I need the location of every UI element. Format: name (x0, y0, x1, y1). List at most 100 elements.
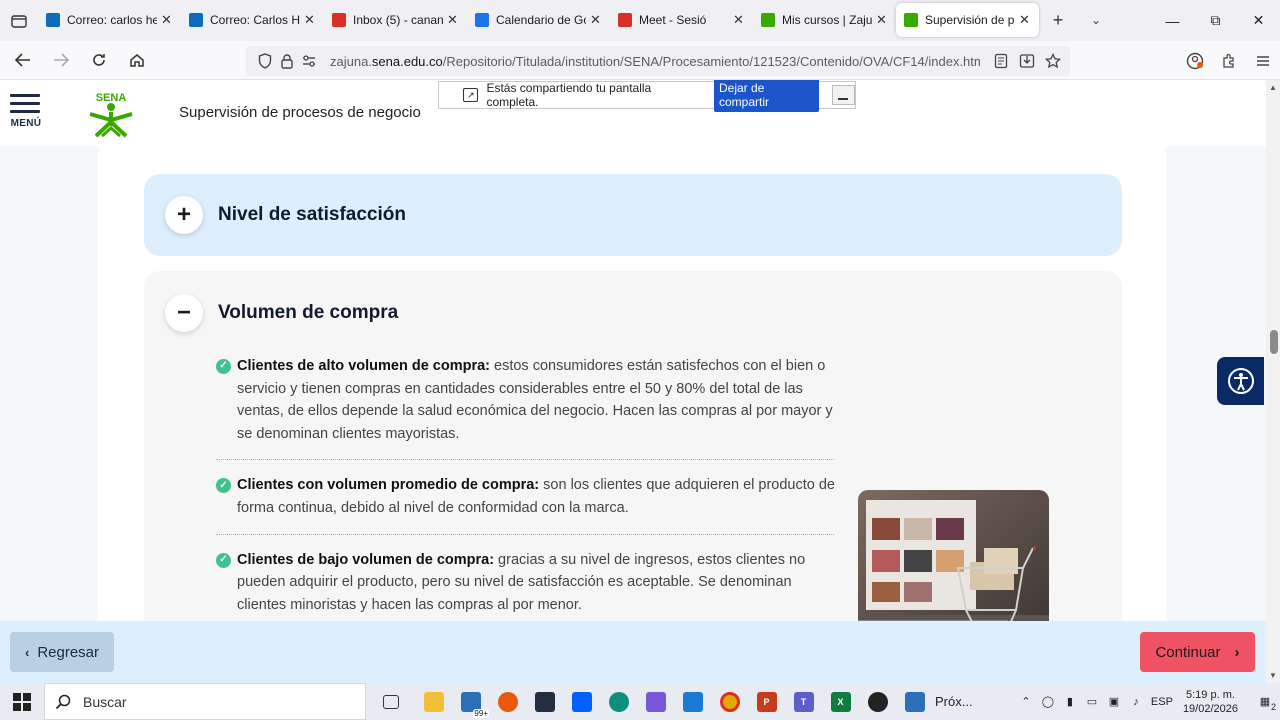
scroll-down-icon[interactable]: ▼ (1269, 671, 1277, 680)
edge-icon[interactable] (600, 683, 637, 720)
back-button[interactable]: ‹ Regresar (10, 632, 114, 672)
clock-date: 19/02/2026 (1182, 702, 1238, 715)
zajuna-icon (761, 13, 775, 27)
accessibility-button[interactable] (1217, 357, 1264, 405)
powerpoint-icon[interactable]: P (748, 683, 785, 720)
network-icon[interactable]: ▣ (1103, 695, 1125, 708)
permissions-icon[interactable] (298, 50, 320, 72)
file-explorer-icon[interactable] (415, 683, 452, 720)
save-to-pocket-icon[interactable] (1016, 50, 1038, 72)
screen-share-message: Estás compartiendo tu pantalla completa. (486, 81, 652, 109)
search-icon (55, 694, 71, 709)
mail-icon[interactable]: 99+ (452, 683, 489, 720)
tab-title: Correo: Carlos He (210, 13, 300, 27)
close-tab-icon[interactable]: ✕ (447, 12, 459, 28)
scroll-up-icon[interactable]: ▲ (1269, 83, 1277, 92)
search-placeholder: Buscar (83, 693, 127, 710)
task-view-icon[interactable] (372, 683, 409, 720)
browser-navbar: zajuna.sena.edu.co/Repositorio/Titulada/… (0, 41, 1280, 80)
windows-start-icon[interactable] (0, 683, 44, 720)
lock-icon[interactable] (276, 50, 298, 72)
notifications-icon[interactable]: ▦ 2 (1250, 695, 1280, 712)
check-circle-icon: ✓ (216, 552, 231, 568)
close-tab-icon[interactable]: ✕ (733, 12, 745, 28)
meet-icon (618, 13, 632, 27)
browser-tab[interactable]: Inbox (5) - canand ✕ (324, 3, 467, 37)
course-header: MENÚ SENA Supervisión de procesos de neg… (0, 80, 1266, 146)
system-tray: ⌃ ◯ ▮ ▭ ▣ ♪ ESP 5:19 p. m. 19/02/2026 ▦ 2 (1015, 683, 1280, 720)
dropbox-icon[interactable] (563, 683, 600, 720)
browser-tab[interactable]: Mis cursos | Zajun ✕ (753, 3, 896, 37)
page-scrollbar[interactable]: ▲ ▼ (1266, 80, 1280, 683)
taskbar-clock[interactable]: 5:19 p. m. 19/02/2026 (1183, 688, 1238, 716)
bookmark-star-icon[interactable] (1042, 50, 1064, 72)
amazon-icon[interactable] (526, 683, 563, 720)
sena-logo-text: SENA (96, 92, 127, 104)
screen-share-icon: ↗ (463, 88, 479, 102)
browser-tab[interactable]: Correo: carlos her ✕ (38, 3, 181, 37)
list-item: ✓ Clientes con volumen promedio de compr… (216, 474, 836, 519)
browser-tab[interactable]: Supervisión de pr ✕ (896, 3, 1039, 37)
divider (216, 533, 834, 535)
calendar-app-icon[interactable] (896, 683, 933, 720)
new-tab-button[interactable]: + (1039, 3, 1077, 37)
reader-view-icon[interactable] (990, 50, 1012, 72)
expand-plus-icon[interactable]: + (165, 196, 203, 234)
menu-button[interactable]: MENÚ (10, 94, 42, 129)
continue-button[interactable]: Continuar › (1140, 632, 1255, 672)
browser-tabstrip: Correo: carlos her ✕ Correo: Carlos He ✕ Inb… (0, 0, 1280, 41)
scroll-thumb[interactable] (1270, 330, 1278, 354)
close-tab-icon[interactable]: ✕ (161, 12, 173, 28)
chevron-up-icon[interactable]: ⌃ (1015, 695, 1037, 708)
item-term: Clientes con volumen promedio de compra: (237, 477, 540, 494)
tab-list-icon[interactable] (0, 0, 38, 41)
accordion-nivel-satisfaccion[interactable]: + Nivel de satisfacción (144, 174, 1122, 256)
browser-tab[interactable]: Calendario de Go ✕ (467, 3, 610, 37)
speaker-icon[interactable]: ♪ (1125, 696, 1147, 708)
obs-icon[interactable] (859, 683, 896, 720)
close-window-icon[interactable]: ✕ (1237, 0, 1280, 41)
back-button-label: Regresar (37, 643, 100, 661)
shield-icon[interactable] (254, 50, 276, 72)
meet-now-icon[interactable]: ◯ (1037, 695, 1059, 708)
chevron-down-icon[interactable]: ⌄ (1077, 3, 1115, 37)
continue-button-label: Continuar (1155, 643, 1221, 661)
firefox-icon[interactable] (489, 683, 526, 720)
teams-icon[interactable]: T (785, 683, 822, 720)
firefox-account-icon[interactable] (1178, 46, 1212, 76)
accordion-title: Volumen de compra (218, 302, 399, 323)
tab-title: Calendario de Go (496, 13, 586, 27)
close-tab-icon[interactable]: ✕ (876, 12, 888, 28)
accessibility-icon (1227, 368, 1254, 394)
accordion-header[interactable]: − Volumen de compra (144, 294, 398, 332)
extensions-icon[interactable] (1212, 46, 1246, 76)
hamburger-icon (10, 94, 40, 97)
address-bar[interactable]: zajuna.sena.edu.co/Repositorio/Titulada/… (246, 46, 1070, 76)
reload-icon[interactable] (82, 45, 116, 75)
battery-icon[interactable]: ▭ (1081, 695, 1103, 708)
copilot-icon[interactable] (637, 683, 674, 720)
collapse-minus-icon[interactable]: − (165, 294, 203, 332)
close-tab-icon[interactable]: ✕ (304, 12, 316, 28)
forward-arrow-icon[interactable] (44, 45, 78, 75)
stop-sharing-button[interactable]: Dejar de compartir (714, 80, 819, 112)
back-arrow-icon[interactable] (6, 45, 40, 75)
minimize-share-bar-button[interactable] (831, 85, 855, 105)
app-menu-icon[interactable] (1246, 46, 1280, 76)
store-icon[interactable] (674, 683, 711, 720)
browser-tab[interactable]: Correo: Carlos He ✕ (181, 3, 324, 37)
excel-icon[interactable]: X (822, 683, 859, 720)
close-tab-icon[interactable]: ✕ (1019, 12, 1031, 28)
chrome-icon[interactable] (711, 683, 748, 720)
microphone-icon[interactable]: ▮ (1059, 695, 1081, 708)
home-icon[interactable] (120, 45, 154, 75)
taskbar-next-event-label[interactable]: Próx... (935, 694, 973, 709)
browser-tab[interactable]: Meet - Sesió ✕ (610, 3, 753, 37)
chevron-left-icon: ‹ (24, 644, 30, 660)
taskbar-search-box[interactable]: Buscar (44, 683, 366, 720)
minimize-window-icon[interactable]: — (1151, 0, 1194, 41)
language-indicator[interactable]: ESP (1147, 696, 1177, 708)
close-tab-icon[interactable]: ✕ (590, 12, 602, 28)
clock-time: 5:19 p. m. (1186, 688, 1235, 701)
restore-window-icon[interactable]: ⧉ (1194, 0, 1237, 41)
